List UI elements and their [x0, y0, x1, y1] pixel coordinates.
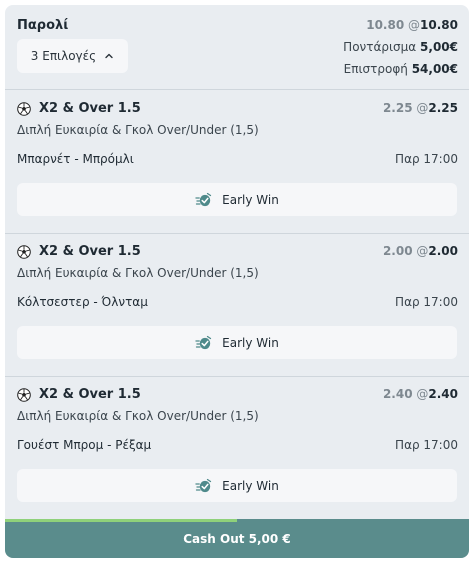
early-win-button[interactable]: Early Win: [17, 183, 457, 216]
match-name: Κόλτσεστερ - Όλνταμ: [17, 295, 148, 309]
selection-odds: 2.00 @2.00: [383, 244, 458, 258]
market-name: X2 & Over 1.5: [39, 387, 141, 402]
return-label: Επιστροφή: [343, 62, 408, 76]
selection-item: X2 & Over 1.5 2.25 @2.25 Διπλή Ευκαιρία …: [5, 90, 469, 233]
stake-value: 5,00€: [420, 40, 458, 54]
selection-item: X2 & Over 1.5 2.40 @2.40 Διπλή Ευκαιρία …: [5, 376, 469, 519]
selection-odds: 2.40 @2.40: [383, 387, 458, 401]
soccer-ball-icon: [17, 388, 31, 402]
early-win-button[interactable]: Early Win: [17, 469, 457, 502]
early-win-label: Early Win: [222, 192, 279, 207]
odds-new: 2.40: [428, 387, 458, 401]
market-name: X2 & Over 1.5: [39, 244, 141, 259]
stake-row: Ποντάρισμα 5,00€: [343, 40, 458, 54]
odds-old: 2.00: [382, 244, 413, 258]
odds-new: 2.25: [428, 101, 458, 115]
match-time: Παρ 17:00: [395, 152, 458, 166]
early-win-label: Early Win: [222, 478, 279, 493]
total-odds-new: 10.80: [420, 18, 458, 32]
chevron-up-icon: [105, 53, 113, 59]
selection-item: X2 & Over 1.5 2.00 @2.00 Διπλή Ευκαιρία …: [5, 233, 469, 376]
bet-header: Παρολί 3 Επιλογές 10.80 @10.80 Ποντάρισμ…: [5, 5, 469, 89]
cash-out-label: Cash Out 5,00 €: [183, 531, 291, 546]
return-value: 54,00€: [411, 62, 458, 76]
soccer-ball-icon: [17, 102, 31, 116]
bet-slip-card: Παρολί 3 Επιλογές 10.80 @10.80 Ποντάρισμ…: [5, 5, 469, 558]
match-time: Παρ 17:00: [395, 295, 458, 309]
early-win-label: Early Win: [222, 335, 279, 350]
early-win-button[interactable]: Early Win: [17, 326, 457, 359]
return-row: Επιστροφή 54,00€: [344, 62, 458, 76]
bet-type-title: Παρολί: [17, 18, 69, 33]
odds-at: @: [416, 244, 429, 258]
total-odds-old: 10.80: [366, 18, 405, 32]
cash-out-button[interactable]: Cash Out 5,00 €: [5, 519, 469, 558]
early-win-icon: [195, 478, 212, 492]
selection-odds: 2.25 @2.25: [383, 101, 458, 115]
odds-at: @: [416, 387, 429, 401]
total-odds: 10.80 @10.80: [366, 18, 458, 32]
match-name: Μπαρνέτ - Μπρόμλι: [17, 152, 134, 166]
odds-new: 2.00: [428, 244, 458, 258]
selections-toggle-label: 3 Επιλογές: [30, 49, 97, 63]
cash-out-progress-bar: [5, 519, 237, 522]
early-win-icon: [195, 335, 212, 349]
odds-old: 2.40: [382, 387, 413, 401]
match-time: Παρ 17:00: [395, 438, 458, 452]
stake-label: Ποντάρισμα: [343, 40, 417, 54]
early-win-icon: [195, 192, 212, 206]
selections-toggle-button[interactable]: 3 Επιλογές: [17, 39, 128, 73]
odds-old: 2.25: [382, 101, 413, 115]
market-description: Διπλή Ευκαιρία & Γκολ Over/Under (1,5): [17, 123, 259, 137]
total-odds-at: @: [408, 18, 421, 32]
market-description: Διπλή Ευκαιρία & Γκολ Over/Under (1,5): [17, 266, 259, 280]
soccer-ball-icon: [17, 245, 31, 259]
market-name: X2 & Over 1.5: [39, 101, 141, 116]
market-description: Διπλή Ευκαιρία & Γκολ Over/Under (1,5): [17, 409, 259, 423]
odds-at: @: [416, 101, 429, 115]
match-name: Γουέστ Μπρομ - Ρέξαμ: [17, 438, 152, 452]
